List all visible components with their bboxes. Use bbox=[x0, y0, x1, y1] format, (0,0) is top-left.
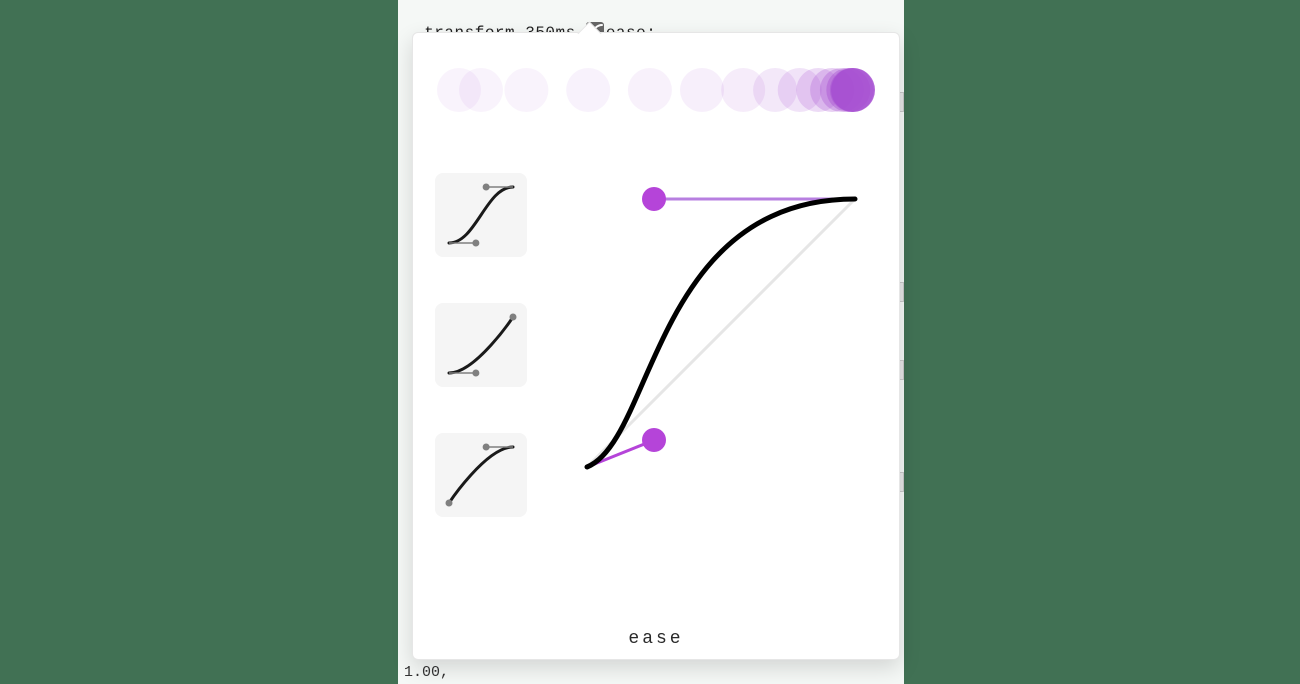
trailing-code-text: 1.00, bbox=[404, 664, 449, 681]
preset-ease-in[interactable] bbox=[435, 303, 527, 387]
bezier-handle-p2[interactable] bbox=[642, 187, 666, 211]
preset-ease-out[interactable] bbox=[435, 433, 527, 517]
bezier-handle-p1[interactable] bbox=[642, 428, 666, 452]
bezier-easing-popover: ease bbox=[412, 32, 900, 660]
preset-ease-in-out[interactable] bbox=[435, 173, 527, 257]
css-transition-line: transform 350ms ease; bbox=[404, 0, 656, 22]
bezier-curve-canvas bbox=[587, 199, 855, 467]
bezier-curve-editor[interactable] bbox=[587, 199, 855, 467]
easing-motion-trail bbox=[437, 63, 875, 117]
easing-name-label: ease bbox=[413, 629, 899, 649]
preset-list bbox=[435, 173, 531, 563]
